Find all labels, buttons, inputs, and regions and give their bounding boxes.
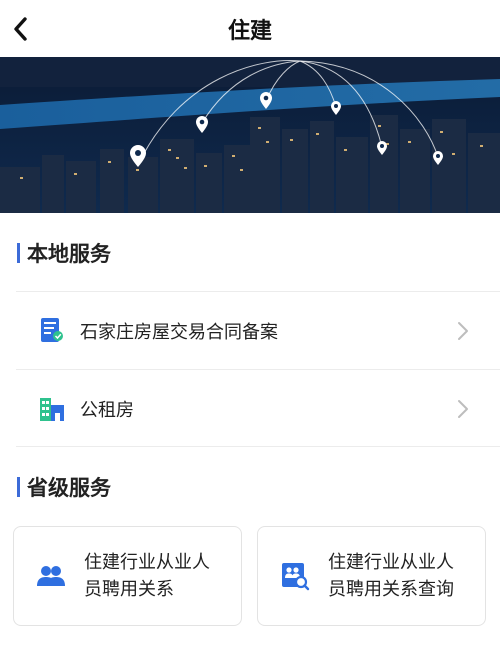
list-item-public-rental-housing[interactable]: 公租房	[16, 369, 500, 447]
card-label: 住建行业从业人员聘用关系查询	[328, 552, 454, 600]
list-item-label: 公租房	[80, 399, 134, 421]
section-title: 本地服务	[27, 242, 111, 266]
contract-document-icon	[41, 317, 63, 342]
page-title: 住建	[227, 19, 272, 44]
list-item-contract-filing[interactable]: 石家庄房屋交易合同备案	[16, 291, 500, 369]
chevron-right-icon	[458, 321, 468, 340]
divider	[16, 446, 500, 447]
building-icon	[40, 397, 64, 421]
card-employment-relation-query[interactable]: 住建行业从业人员聘用关系查询	[257, 526, 486, 626]
section-local-services: 本地服务	[17, 240, 111, 266]
people-icon	[37, 566, 65, 586]
nav-bar: 住建	[0, 0, 500, 57]
banner-image	[0, 57, 500, 213]
card-label: 住建行业从业人员聘用关系	[84, 552, 210, 600]
list-item-label: 石家庄房屋交易合同备案	[80, 321, 278, 343]
section-title: 省级服务	[27, 476, 111, 500]
section-provincial-services: 省级服务	[17, 474, 111, 500]
chevron-right-icon	[458, 399, 468, 418]
card-employment-relation[interactable]: 住建行业从业人员聘用关系	[13, 526, 242, 626]
people-search-icon	[282, 563, 310, 591]
section-accent-bar	[17, 477, 20, 497]
section-accent-bar	[17, 243, 20, 263]
